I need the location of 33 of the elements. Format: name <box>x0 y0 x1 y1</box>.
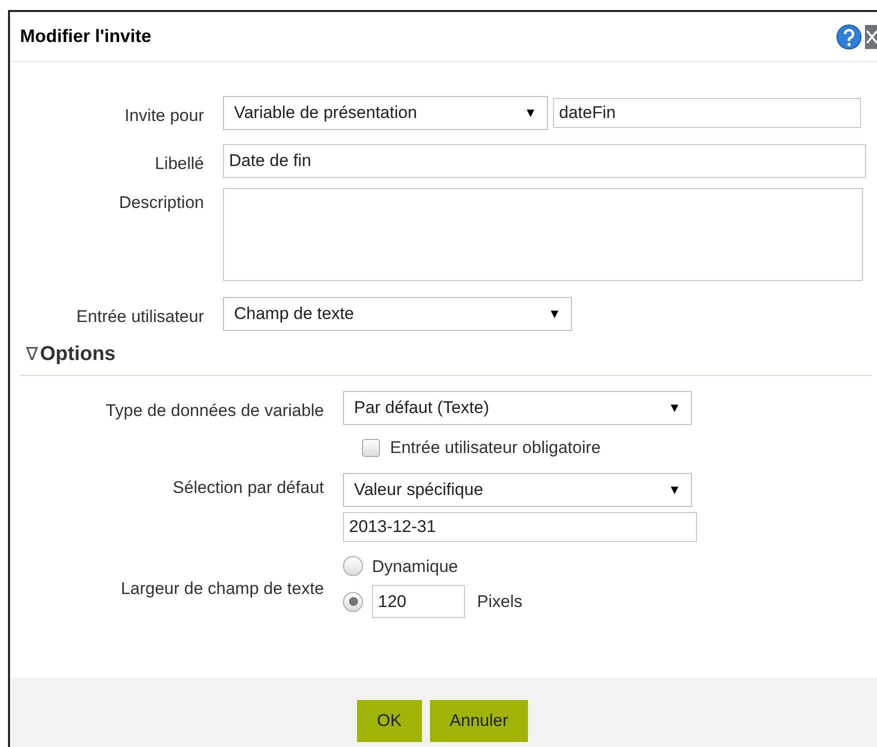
field-label: Sélection par défaut <box>172 478 324 496</box>
unit-label: Pixels <box>477 590 522 613</box>
dropdown[interactable]: Par défaut (Texte) ▼ <box>343 391 692 425</box>
input-field[interactable]: dateFin <box>553 98 861 128</box>
radio-button[interactable] <box>343 556 363 576</box>
options-toggle-icon[interactable]: ∇ <box>26 340 38 368</box>
dropdown[interactable]: Champ de texte ▼ <box>223 297 572 331</box>
dropdown-arrow-icon: ▼ <box>668 398 681 418</box>
description-field[interactable] <box>223 188 863 281</box>
dialog-button[interactable]: OK <box>357 700 422 742</box>
field-label: Type de données de variable <box>106 401 324 420</box>
input-field[interactable]: 2013-12-31 <box>343 512 697 542</box>
field-label: Description <box>118 193 204 212</box>
dialog-button[interactable]: Annuler <box>430 700 528 742</box>
dropdown-arrow-icon: ▼ <box>668 480 681 500</box>
field-label: Libellé <box>154 154 204 174</box>
dropdown-arrow-icon: ▼ <box>548 304 561 324</box>
field-label: Invite pour <box>124 106 204 126</box>
dropdown[interactable]: Variable de présentation ▼ <box>223 96 548 130</box>
field-label: Entrée utilisateur <box>76 307 204 326</box>
input-field[interactable]: Date de fin <box>223 144 866 178</box>
checkbox-label: Entrée utilisateur obligatoire <box>390 437 601 459</box>
checkbox[interactable] <box>362 438 380 457</box>
dropdown-arrow-icon: ▼ <box>524 103 537 123</box>
help-icon[interactable] <box>836 24 862 50</box>
field-label: Largeur de champ de texte <box>120 579 324 598</box>
input-field[interactable]: 120 <box>372 585 465 618</box>
radio-label: Dynamique <box>372 556 458 578</box>
window-title: Modifier l'invite <box>20 25 152 48</box>
dropdown[interactable]: Valeur spécifique ▼ <box>343 472 692 506</box>
close-icon[interactable] <box>865 24 877 48</box>
radio-button[interactable] <box>343 592 363 612</box>
section-title: Options <box>40 342 116 367</box>
